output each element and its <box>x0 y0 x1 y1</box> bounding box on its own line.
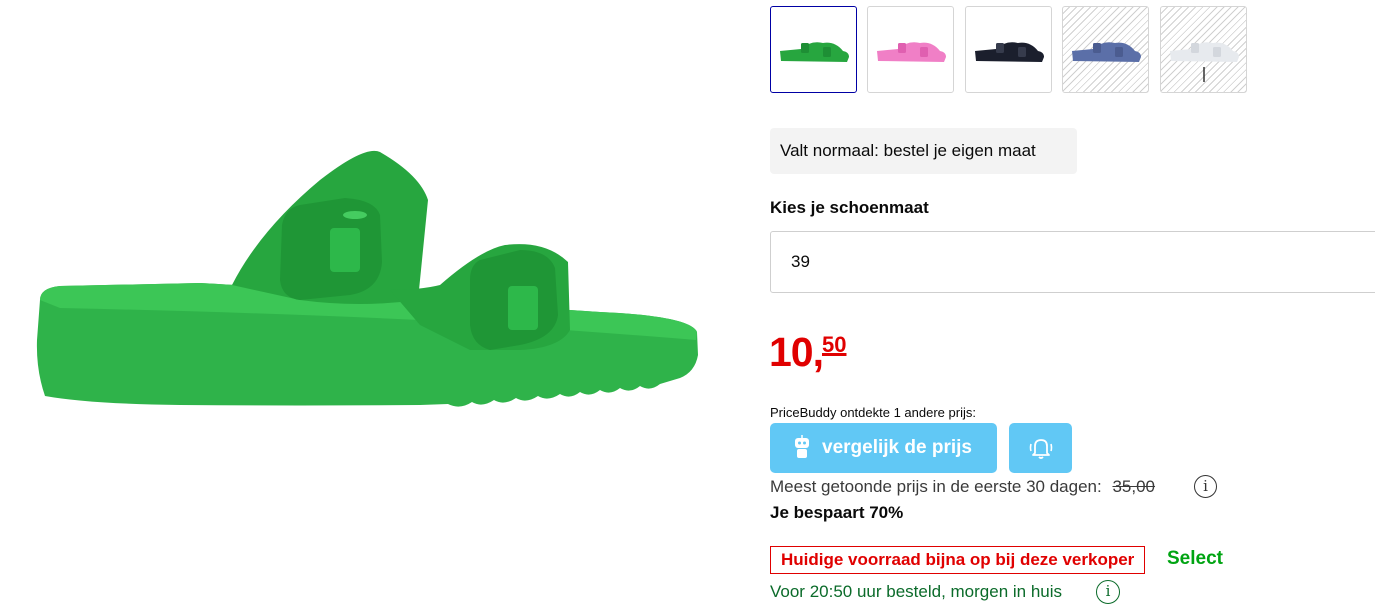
delivery-promise: Voor 20:50 uur besteld, morgen in huis <box>770 582 1063 601</box>
variant-swatch-blue[interactable] <box>1062 6 1149 93</box>
size-select-value: 39 <box>791 252 810 271</box>
reference-price-line: Meest getoonde prijs in de eerste 30 dag… <box>770 476 1155 498</box>
product-image[interactable] <box>0 0 740 599</box>
sandal-thumbnail-black <box>975 42 1044 62</box>
size-select[interactable]: 39 <box>770 231 1375 293</box>
reference-price-text: Meest getoonde prijs in de eerste 30 dag… <box>770 477 1102 496</box>
variant-swatch-white[interactable] <box>1160 6 1247 93</box>
compare-price-button[interactable]: vergelijk de prijs <box>770 423 997 473</box>
size-label: Kies je schoenmaat <box>770 198 929 217</box>
price-alert-button[interactable] <box>1009 423 1072 473</box>
variant-swatch-green[interactable] <box>770 6 857 93</box>
sandal-photo <box>36 150 698 407</box>
variant-swatch-black[interactable] <box>965 6 1052 93</box>
sandal-thumbnail-white <box>1170 42 1239 82</box>
fit-hint: Valt normaal: bestel je eigen maat <box>770 128 1077 174</box>
pricebuddy-mascot-icon <box>795 435 809 458</box>
price: 10, 50 <box>769 329 846 375</box>
old-price: 35,00 <box>1112 477 1156 496</box>
savings-text: Je bespaart 70% <box>770 503 904 522</box>
sandal-thumbnail-pink <box>877 42 946 62</box>
sandal-thumbnail-green <box>780 42 849 62</box>
stock-warning-badge: Huidige voorraad bijna op bij deze verko… <box>770 546 1146 574</box>
price-integer: 10, <box>769 329 824 375</box>
bell-icon <box>1029 439 1052 459</box>
variant-swatch-pink[interactable] <box>867 6 954 93</box>
seller-link[interactable]: Select <box>1167 548 1223 570</box>
pricebuddy-intro: PriceBuddy ontdekte 1 andere prijs: <box>770 405 976 420</box>
compare-price-label: vergelijk de prijs <box>822 437 972 458</box>
delivery-info-icon[interactable]: i <box>1096 580 1120 604</box>
price-fraction: 50 <box>822 332 847 357</box>
reference-price-info-icon[interactable]: i <box>1194 475 1217 498</box>
sandal-thumbnail-blue <box>1072 42 1141 62</box>
